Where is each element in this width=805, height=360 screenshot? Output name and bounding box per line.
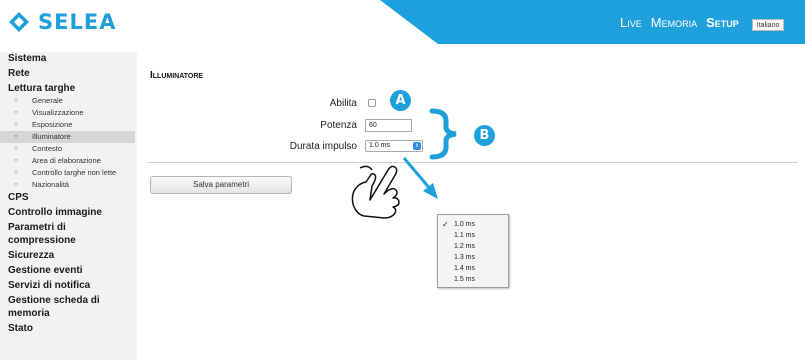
checkmark-icon: ✓ — [442, 220, 449, 229]
dropdown-option[interactable]: ✓ 1.0 ms — [438, 219, 508, 230]
dropdown-option[interactable]: 1.3 ms — [438, 252, 508, 263]
arrow-icon — [402, 157, 438, 199]
annotation-overlay — [351, 108, 457, 219]
curly-brace-icon — [429, 108, 457, 160]
durata-dropdown-list[interactable]: ✓ 1.0 ms 1.1 ms 1.2 ms 1.3 ms 1.4 ms 1.5 … — [437, 214, 509, 288]
hand-pointer-icon — [351, 165, 400, 219]
dropdown-option[interactable]: 1.2 ms — [438, 241, 508, 252]
dropdown-option[interactable]: 1.4 ms — [438, 263, 508, 274]
dropdown-option[interactable]: 1.1 ms — [438, 230, 508, 241]
dropdown-option[interactable]: 1.5 ms — [438, 274, 508, 285]
